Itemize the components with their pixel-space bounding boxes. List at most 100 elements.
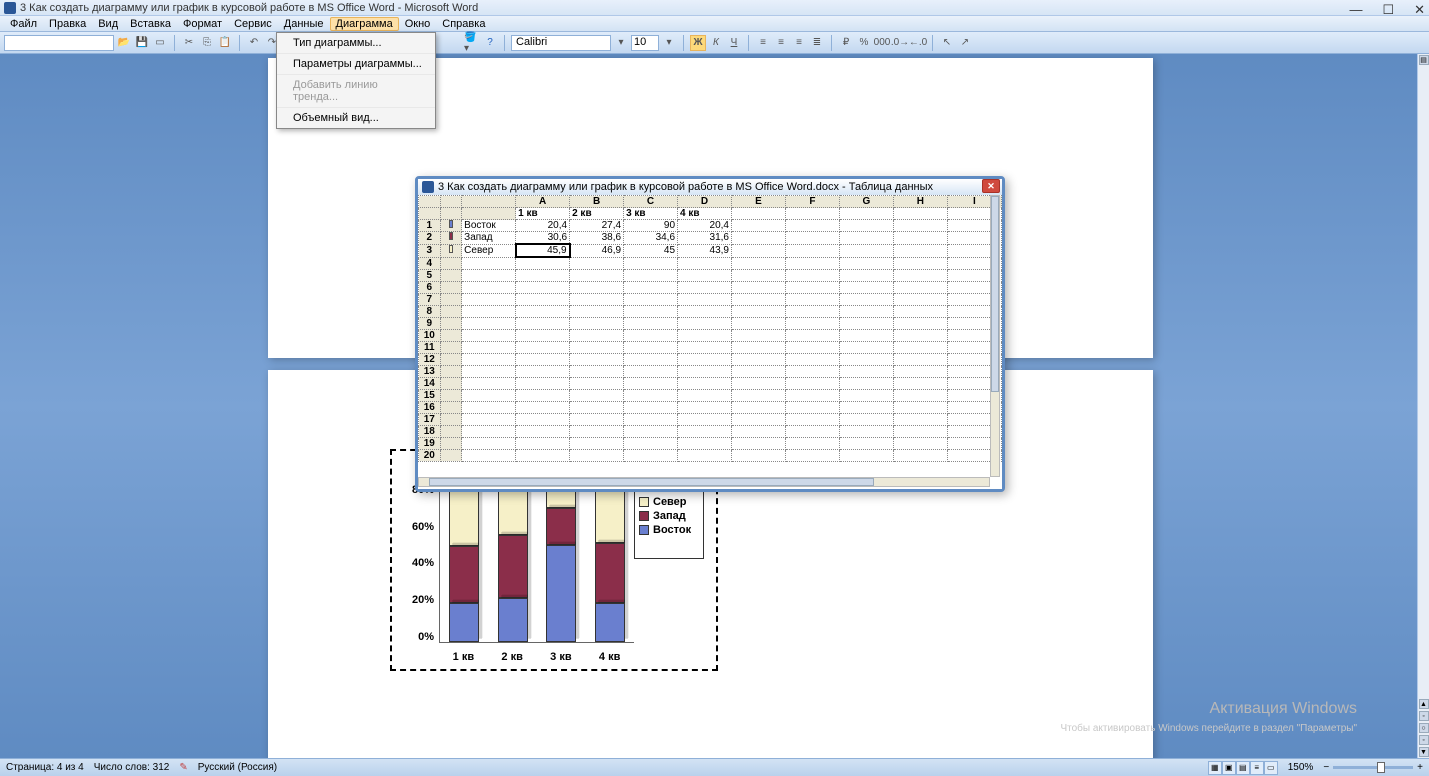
- fill-color-icon[interactable]: 🪣▾: [464, 35, 480, 51]
- status-words[interactable]: Число слов: 312: [94, 762, 170, 773]
- align-justify-icon[interactable]: ≣: [809, 35, 825, 51]
- status-bar: Страница: 4 из 4 Число слов: 312 ✎ Русск…: [0, 758, 1429, 776]
- menu-edit[interactable]: Правка: [43, 17, 92, 31]
- menu-service[interactable]: Сервис: [228, 17, 278, 31]
- datasheet-vscrollbar[interactable]: [990, 195, 1000, 477]
- activation-watermark-sub: Чтобы активировать Windows перейдите в р…: [1060, 723, 1357, 734]
- open-icon[interactable]: 📂: [116, 35, 132, 51]
- x-label: 4 кв: [599, 651, 620, 663]
- dropdown-3d-view[interactable]: Объемный вид...: [277, 108, 435, 128]
- zoom-thumb[interactable]: [1377, 762, 1385, 773]
- decrease-decimal-icon[interactable]: ←.0: [910, 35, 926, 51]
- close-button[interactable]: ✕: [1414, 2, 1425, 18]
- zoom-level[interactable]: 150%: [1288, 762, 1314, 773]
- currency-icon[interactable]: ₽: [838, 35, 854, 51]
- y-tick: 20%: [412, 594, 434, 606]
- x-label: 1 кв: [453, 651, 474, 663]
- copy-icon[interactable]: ⎘: [199, 35, 215, 51]
- datasheet-close-button[interactable]: ✕: [982, 179, 1000, 193]
- menu-format[interactable]: Формат: [177, 17, 228, 31]
- save-icon[interactable]: 💾: [134, 35, 150, 51]
- view-buttons: ▦ ▣ ▤ ≡ ▭: [1208, 761, 1278, 775]
- view-draft-icon[interactable]: ▭: [1264, 761, 1278, 775]
- help-icon[interactable]: ?: [482, 35, 498, 51]
- legend-swatch-icon: [639, 511, 649, 521]
- menu-view[interactable]: Вид: [92, 17, 124, 31]
- hscroll-thumb[interactable]: [429, 478, 874, 486]
- document-workspace: Активация Windows Чтобы активировать Win…: [0, 54, 1417, 758]
- cut-icon[interactable]: ✂: [181, 35, 197, 51]
- dropdown-add-trendline: Добавить линию тренда...: [277, 75, 435, 108]
- scroll-down-icon[interactable]: ▼: [1419, 747, 1429, 757]
- view-fullscreen-icon[interactable]: ▣: [1222, 761, 1236, 775]
- zoom-in-button[interactable]: +: [1417, 762, 1423, 773]
- menu-data[interactable]: Данные: [278, 17, 330, 31]
- window-title: 3 Как создать диаграмму или график в кур…: [20, 2, 478, 14]
- size-select[interactable]: 10: [631, 35, 659, 51]
- menu-diagram[interactable]: Диаграмма: [330, 17, 399, 31]
- zoom-control: − +: [1323, 762, 1423, 773]
- minimize-button[interactable]: —: [1349, 2, 1362, 18]
- size-dropdown-icon[interactable]: ▾: [661, 35, 677, 51]
- align-center-icon[interactable]: ≡: [773, 35, 789, 51]
- legend-label: Север: [653, 496, 687, 508]
- zoom-slider[interactable]: [1333, 766, 1413, 769]
- browse-object-icon[interactable]: ○: [1419, 723, 1429, 733]
- menu-insert[interactable]: Вставка: [124, 17, 177, 31]
- legend-item: Север: [639, 496, 699, 508]
- datasheet-icon: [422, 181, 434, 193]
- dropdown-chart-options[interactable]: Параметры диаграммы...: [277, 54, 435, 75]
- menu-window[interactable]: Окно: [399, 17, 437, 31]
- maximize-button[interactable]: ☐: [1382, 2, 1394, 18]
- spellcheck-icon[interactable]: ✎: [179, 762, 187, 773]
- bold-button[interactable]: Ж: [690, 35, 706, 51]
- window-controls: — ☐ ✕: [1349, 2, 1425, 18]
- view-print-layout-icon[interactable]: ▦: [1208, 761, 1222, 775]
- zoom-out-button[interactable]: −: [1323, 762, 1329, 773]
- undo-icon[interactable]: ↶: [246, 35, 262, 51]
- view-web-icon[interactable]: ▤: [1236, 761, 1250, 775]
- y-tick: 40%: [412, 557, 434, 569]
- align-right-icon[interactable]: ≡: [791, 35, 807, 51]
- increase-decimal-icon[interactable]: .0→: [892, 35, 908, 51]
- datasheet-window[interactable]: 3 Как создать диаграмму или график в кур…: [415, 176, 1005, 492]
- y-tick: 60%: [412, 521, 434, 533]
- vscroll-thumb[interactable]: [991, 196, 999, 392]
- angle-cw-icon[interactable]: ↗: [957, 35, 973, 51]
- activation-watermark: Активация Windows: [1210, 700, 1357, 718]
- next-page-icon[interactable]: ◦: [1419, 735, 1429, 745]
- dropdown-chart-type[interactable]: Тип диаграммы...: [277, 33, 435, 54]
- x-label: 2 кв: [501, 651, 522, 663]
- ruler-toggle-icon[interactable]: ▤: [1419, 55, 1429, 65]
- scroll-up-icon[interactable]: ▲: [1419, 699, 1429, 709]
- menu-file[interactable]: Файл: [4, 17, 43, 31]
- prev-page-icon[interactable]: ◦: [1419, 711, 1429, 721]
- thousands-icon[interactable]: 000: [874, 35, 890, 51]
- x-label: 3 кв: [550, 651, 571, 663]
- underline-button[interactable]: Ч: [726, 35, 742, 51]
- status-page[interactable]: Страница: 4 из 4: [6, 762, 84, 773]
- datasheet-grid[interactable]: ABCDEFGHI1 кв2 кв3 кв4 кв1Восток20,427,4…: [418, 195, 1002, 489]
- angle-ccw-icon[interactable]: ↖: [939, 35, 955, 51]
- y-tick: 0%: [418, 631, 434, 643]
- title-bar: 3 Как создать диаграмму или график в кур…: [0, 0, 1429, 16]
- status-language[interactable]: Русский (Россия): [198, 762, 277, 773]
- align-left-icon[interactable]: ≡: [755, 35, 771, 51]
- datasheet-hscrollbar[interactable]: [418, 477, 990, 487]
- chart-x-labels: 1 кв 2 кв 3 кв 4 кв: [439, 651, 634, 663]
- italic-button[interactable]: К: [708, 35, 724, 51]
- datasheet-title-text: 3 Как создать диаграмму или график в кур…: [438, 181, 933, 193]
- font-dropdown-icon[interactable]: ▾: [613, 35, 629, 51]
- main-vscrollbar[interactable]: ▤ ▲ ◦ ○ ◦ ▼: [1417, 54, 1429, 758]
- datasheet-titlebar[interactable]: 3 Как создать диаграмму или график в кур…: [418, 179, 1002, 195]
- font-select[interactable]: Calibri: [511, 35, 611, 51]
- print-icon[interactable]: ▭: [152, 35, 168, 51]
- style-select[interactable]: [4, 35, 114, 51]
- view-outline-icon[interactable]: ≡: [1250, 761, 1264, 775]
- paste-icon[interactable]: 📋: [217, 35, 233, 51]
- percent-icon[interactable]: %: [856, 35, 872, 51]
- legend-item: Запад: [639, 510, 699, 522]
- menu-bar: Файл Правка Вид Вставка Формат Сервис Да…: [0, 16, 1429, 32]
- menu-help[interactable]: Справка: [436, 17, 491, 31]
- legend-swatch-icon: [639, 525, 649, 535]
